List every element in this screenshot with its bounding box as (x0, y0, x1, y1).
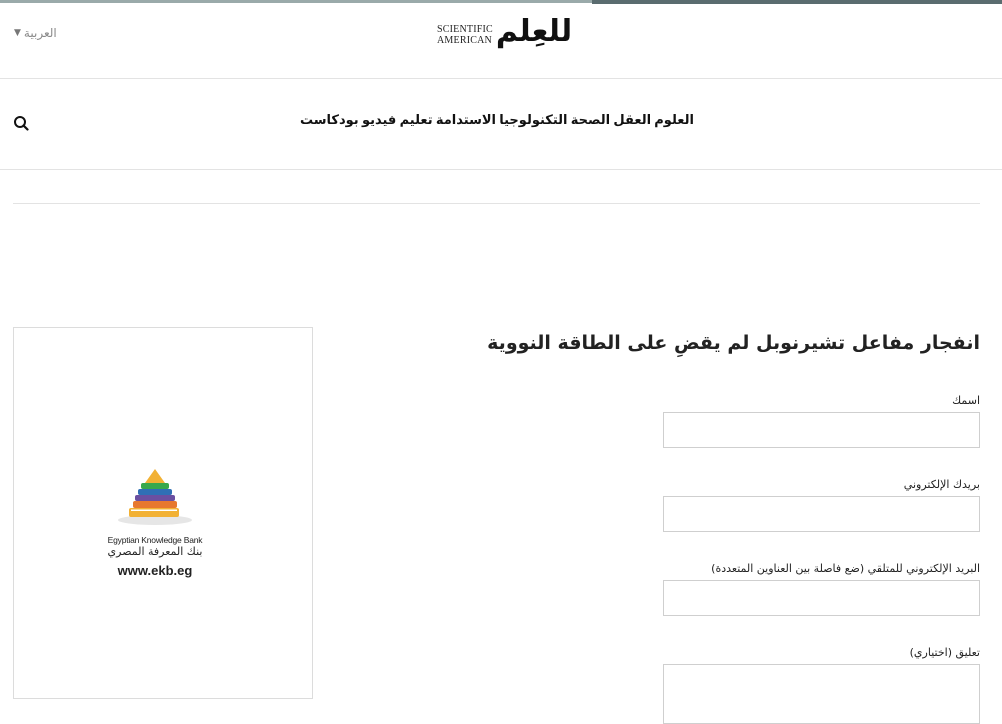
email-input[interactable] (663, 496, 980, 532)
recipient-email-field-group: البريد الإلكتروني للمتلقي (ضع فاصلة بين … (660, 562, 980, 616)
recipient-email-label: البريد الإلكتروني للمتلقي (ضع فاصلة بين … (711, 562, 980, 575)
nav-item-video[interactable]: فيديو (362, 113, 396, 128)
nav-list: العلوم العقل الصحة التكنولوجيا الاستدامة… (300, 113, 694, 128)
logo-english: SCIENTIFIC AMERICAN (437, 24, 493, 50)
ad-banner[interactable]: Egyptian Knowledge Bank بنك المعرفة المص… (13, 327, 313, 699)
nav-item-podcast[interactable]: بودكاست (300, 113, 359, 128)
chevron-down-icon: ▼ (14, 28, 21, 38)
logo-arabic: للعِلم (495, 14, 573, 49)
site-header: ▼ العربية SCIENTIFIC AMERICAN للعِلم (0, 4, 1002, 79)
nav-item-science[interactable]: العلوم (654, 113, 694, 128)
logo-line-2: AMERICAN (437, 35, 492, 46)
article-title: انفجار مفاعل تشيرنوبل لم يقضِ على الطاقة… (487, 332, 980, 354)
nav-item-mind[interactable]: العقل (613, 113, 651, 128)
nav-item-education[interactable]: تعليم (400, 113, 433, 128)
name-field-group: اسمك (660, 394, 980, 448)
email-field-group: بريدك الإلكتروني (660, 478, 980, 532)
name-label: اسمك (952, 394, 980, 407)
main-navigation: العلوم العقل الصحة التكنولوجيا الاستدامة… (0, 79, 1002, 170)
comment-label: تعليق (اختياري) (909, 646, 980, 659)
content-divider (13, 203, 980, 204)
comment-field-group: تعليق (اختياري) (660, 646, 980, 724)
ekb-arabic-name: بنك المعرفة المصري (107, 545, 203, 558)
language-label: العربية (23, 26, 57, 40)
recipient-email-input[interactable] (663, 580, 980, 616)
name-input[interactable] (663, 412, 980, 448)
site-logo[interactable]: SCIENTIFIC AMERICAN للعِلم (437, 14, 572, 50)
books-pyramid-icon (118, 469, 192, 525)
ekb-url: www.ekb.eg (117, 563, 193, 578)
search-icon[interactable] (13, 115, 29, 131)
email-label: بريدك الإلكتروني (903, 478, 980, 491)
top-accent-bar-left (0, 0, 592, 3)
comment-textarea[interactable] (663, 664, 980, 724)
language-selector[interactable]: ▼ العربية (14, 26, 57, 40)
nav-item-health[interactable]: الصحة (571, 113, 610, 128)
ekb-logo: Egyptian Knowledge Bank بنك المعرفة المص… (105, 468, 205, 578)
nav-item-technology[interactable]: التكنولوجيا (499, 113, 567, 128)
share-form: انفجار مفاعل تشيرنوبل لم يقضِ على الطاقة… (487, 326, 980, 724)
ekb-english-name: Egyptian Knowledge Bank (107, 535, 203, 545)
logo-line-1: SCIENTIFIC (437, 24, 493, 35)
nav-item-sustainability[interactable]: الاستدامة (436, 113, 496, 128)
